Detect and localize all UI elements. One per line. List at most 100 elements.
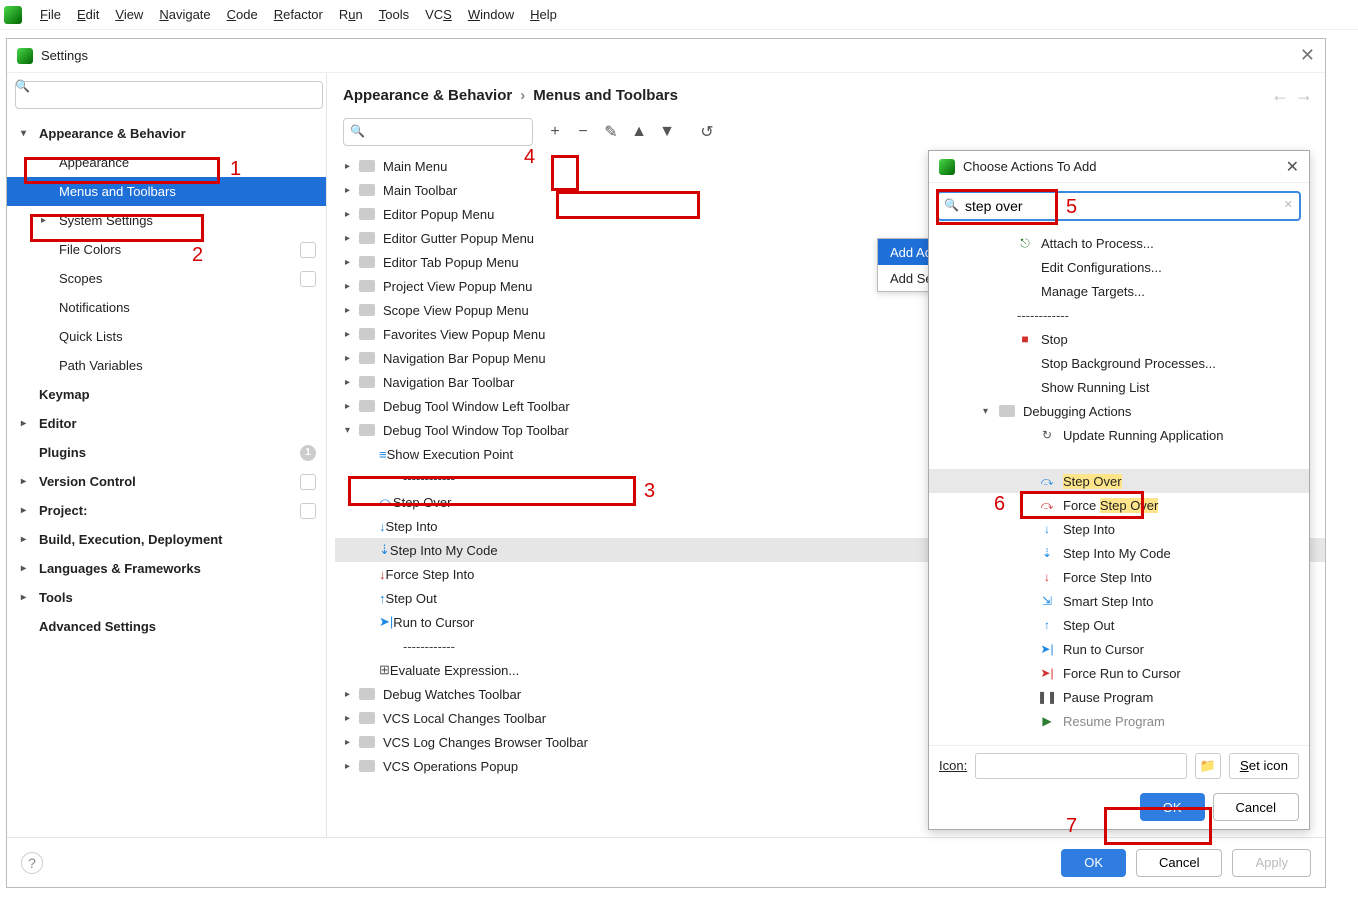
action-item[interactable]: ↓Step Into <box>929 517 1309 541</box>
action-item[interactable]: ⤼Step Over <box>929 469 1309 493</box>
move-up-button[interactable]: ▲ <box>625 118 653 146</box>
sidebar-item-menus-and-toolbars[interactable]: Menus and Toolbars <box>7 177 326 206</box>
action-item[interactable]: Stop Background Processes... <box>929 351 1309 375</box>
stepmycode-icon: ⇣ <box>1039 545 1055 561</box>
settings-ok-button[interactable]: OK <box>1061 849 1126 877</box>
annotation-label-2: 2 <box>192 244 203 267</box>
reset-button[interactable]: ↺ <box>693 118 721 146</box>
sidebar-item-keymap[interactable]: Keymap <box>7 380 326 409</box>
close-icon[interactable]: ✕ <box>1300 45 1315 66</box>
menu-vcs[interactable]: VCS <box>417 3 460 26</box>
menu-window[interactable]: Window <box>460 3 522 26</box>
sidebar-item-path-variables[interactable]: Path Variables <box>7 351 326 380</box>
forward-icon[interactable]: → <box>1295 85 1313 106</box>
dialog-titlebar: Choose Actions To Add ✕ <box>929 151 1309 183</box>
add-button[interactable]: + <box>541 118 569 146</box>
folder-icon <box>359 424 375 436</box>
folder-icon <box>359 376 375 388</box>
annotation-label-5: 5 <box>1066 196 1077 219</box>
sidebar-item-appearance-behavior[interactable]: ▾Appearance & Behavior <box>7 119 326 148</box>
attach-icon: ⎋ <box>1017 235 1033 251</box>
dialog-ok-button[interactable]: OK <box>1140 793 1205 821</box>
folder-icon <box>359 760 375 772</box>
action-item[interactable]: ▾Debugging Actions <box>929 399 1309 423</box>
sidebar-item-advanced-settings[interactable]: Advanced Settings <box>7 612 326 641</box>
sidebar-item-editor[interactable]: ▸Editor <box>7 409 326 438</box>
dialog-icon-row: Icon: 📁 SSet iconet icon <box>929 745 1309 785</box>
settings-cancel-button[interactable]: Cancel <box>1136 849 1222 877</box>
menu-file[interactable]: FFileile <box>32 3 69 26</box>
set-icon-button[interactable]: SSet iconet icon <box>1229 753 1299 779</box>
action-item[interactable]: Manage Targets... <box>929 279 1309 303</box>
stop-icon: ■ <box>1017 331 1033 347</box>
folder-icon <box>359 736 375 748</box>
remove-button[interactable]: − <box>569 118 597 146</box>
sidebar-item-quick-lists[interactable]: Quick Lists <box>7 322 326 351</box>
settings-apply-button[interactable]: Apply <box>1232 849 1311 877</box>
sidebar-search-input[interactable] <box>15 81 323 109</box>
separator: ------------ <box>929 303 1309 327</box>
browse-icon-button[interactable]: 📁 <box>1195 753 1221 779</box>
help-icon[interactable]: ? <box>21 852 43 874</box>
action-item[interactable]: Edit Configurations... <box>929 255 1309 279</box>
action-item[interactable]: ⇲Smart Step Into <box>929 589 1309 613</box>
action-item[interactable]: ⤼Force Step Over <box>929 493 1309 517</box>
dialog-search-input[interactable] <box>937 191 1301 221</box>
menu-refactor[interactable]: Refactor <box>266 3 331 26</box>
sidebar-item-plugins[interactable]: Plugins1 <box>7 438 326 467</box>
dialog-title-text: Choose Actions To Add <box>963 159 1096 174</box>
menu-tools[interactable]: Tools <box>371 3 417 26</box>
stepover-icon: ⤼ <box>1039 473 1055 489</box>
breadcrumb-root[interactable]: Appearance & Behavior <box>343 87 512 104</box>
sidebar-item-system-settings[interactable]: ▸System Settings <box>7 206 326 235</box>
sidebar-item-tools[interactable]: ▸Tools <box>7 583 326 612</box>
stepout-icon: ↑ <box>1039 617 1055 633</box>
action-item[interactable]: ❚❚Pause Program <box>929 685 1309 709</box>
action-item[interactable]: ⎋Attach to Process... <box>929 231 1309 255</box>
resume-icon: ▶ <box>1039 713 1055 729</box>
dialog-cancel-button[interactable]: Cancel <box>1213 793 1299 821</box>
action-item[interactable]: ⇣Step Into My Code <box>929 541 1309 565</box>
action-item[interactable]: ↓Force Step Into <box>929 565 1309 589</box>
runcursor-icon: ➤| <box>1039 665 1055 681</box>
sidebar-item-appearance[interactable]: Appearance <box>7 148 326 177</box>
main-menubar: FFileile Edit View Navigate Code Refacto… <box>0 0 1358 30</box>
sidebar-item-languages-frameworks[interactable]: ▸Languages & Frameworks <box>7 554 326 583</box>
sidebar-item-build-execution-deployment[interactable]: ▸Build, Execution, Deployment <box>7 525 326 554</box>
action-item[interactable]: ➤|Run to Cursor <box>929 637 1309 661</box>
sidebar-item-notifications[interactable]: Notifications <box>7 293 326 322</box>
close-icon[interactable]: ✕ <box>1286 157 1299 177</box>
back-icon[interactable]: ← <box>1271 85 1289 106</box>
action-item[interactable]: Show Running List <box>929 375 1309 399</box>
menu-run[interactable]: Run <box>331 3 371 26</box>
folder-icon <box>359 688 375 700</box>
breadcrumb-sep: › <box>520 87 525 104</box>
folder-icon <box>359 304 375 316</box>
breadcrumb: Appearance & Behavior › Menus and Toolba… <box>327 73 1325 108</box>
sidebar-item-file-colors[interactable]: File Colors <box>7 235 326 264</box>
folder-icon <box>359 256 375 268</box>
settings-sidebar: ▾Appearance & BehaviorAppearanceMenus an… <box>7 73 327 837</box>
edit-button[interactable]: ✎ <box>597 118 625 146</box>
smart-icon: ⇲ <box>1039 593 1055 609</box>
action-item[interactable]: ↑Step Out <box>929 613 1309 637</box>
menu-edit[interactable]: Edit <box>69 3 107 26</box>
icon-path-input[interactable] <box>975 753 1187 779</box>
menu-view[interactable]: View <box>107 3 151 26</box>
action-item[interactable]: ➤|Force Run to Cursor <box>929 661 1309 685</box>
sidebar-item-project-[interactable]: ▸Project: <box>7 496 326 525</box>
eval-icon: ⊞ <box>379 662 390 678</box>
action-item[interactable]: ▶Resume Program <box>929 709 1309 733</box>
action-item[interactable]: ↻Update Running Application <box>929 423 1309 447</box>
menu-navigate[interactable]: Navigate <box>151 3 218 26</box>
menu-code[interactable]: Code <box>219 3 266 26</box>
annotation-label-7: 7 <box>1066 815 1077 838</box>
sidebar-item-version-control[interactable]: ▸Version Control <box>7 467 326 496</box>
action-item[interactable]: ■Stop <box>929 327 1309 351</box>
move-down-button[interactable]: ▼ <box>653 118 681 146</box>
sidebar-item-scopes[interactable]: Scopes <box>7 264 326 293</box>
list-search-input[interactable] <box>343 118 533 146</box>
menu-help[interactable]: Help <box>522 3 565 26</box>
folder-icon <box>359 712 375 724</box>
app-logo-icon <box>17 48 33 64</box>
